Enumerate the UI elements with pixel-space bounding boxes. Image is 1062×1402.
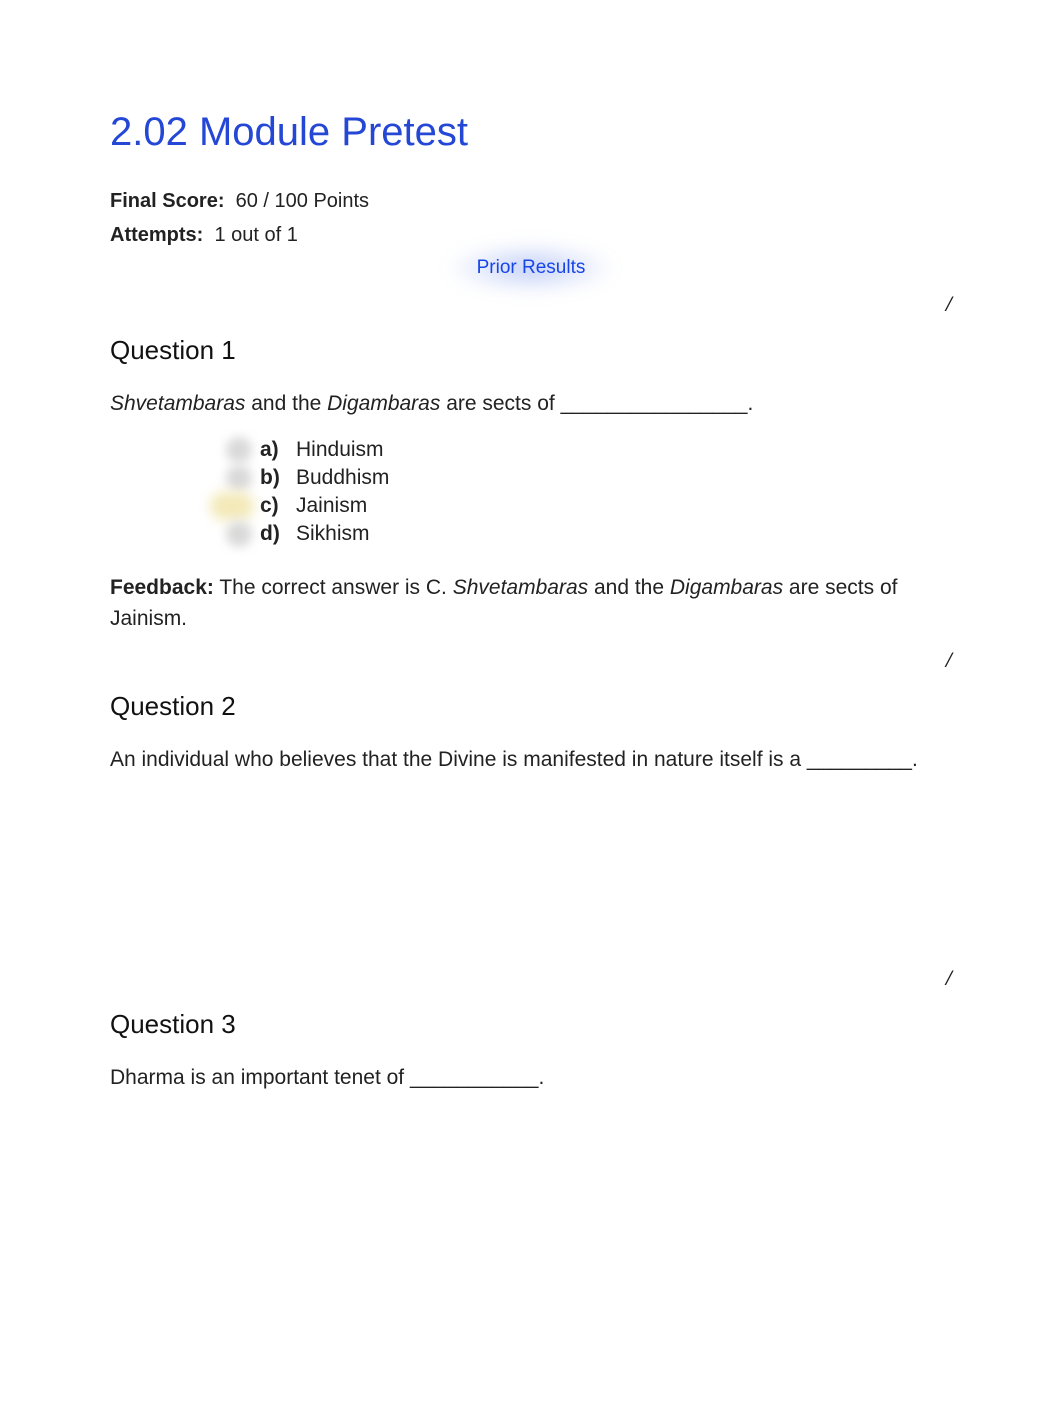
question-3-text: Dharma is an important tenet of ________… xyxy=(110,1062,952,1094)
question-2: Question 2 An individual who believes th… xyxy=(110,691,952,776)
score-mark-3: / xyxy=(110,965,952,991)
choice-b[interactable]: b) Buddhism xyxy=(260,466,952,490)
radio-icon xyxy=(210,492,254,520)
question-1: Question 1 Shvetambaras and the Digambar… xyxy=(110,335,952,635)
question-2-text: An individual who believes that the Divi… xyxy=(110,744,952,776)
question-1-heading: Question 1 xyxy=(110,335,952,366)
page-title: 2.02 Module Pretest xyxy=(110,110,952,155)
question-1-feedback: Feedback: The correct answer is C. Shvet… xyxy=(110,572,952,635)
score-mark-1: / xyxy=(110,291,952,317)
choice-a[interactable]: a) Hinduism xyxy=(260,438,952,462)
choice-c[interactable]: c) Jainism xyxy=(260,494,952,518)
radio-icon xyxy=(226,465,252,491)
question-3-heading: Question 3 xyxy=(110,1009,952,1040)
attempts-label: Attempts: xyxy=(110,224,203,246)
question-1-choices: a) Hinduism b) Buddhism c) Jainism d) Si… xyxy=(260,438,952,546)
final-score-label: Final Score: xyxy=(110,190,224,212)
radio-icon xyxy=(226,521,252,547)
radio-icon xyxy=(226,437,252,463)
question-1-text: Shvetambaras and the Digambaras are sect… xyxy=(110,388,952,420)
prior-results-link[interactable]: Prior Results xyxy=(477,257,586,279)
question-3: Question 3 Dharma is an important tenet … xyxy=(110,1009,952,1094)
question-2-heading: Question 2 xyxy=(110,691,952,722)
final-score: Final Score: 60 / 100 Points xyxy=(110,185,952,217)
choice-d[interactable]: d) Sikhism xyxy=(260,522,952,546)
score-mark-2: / xyxy=(110,647,952,673)
